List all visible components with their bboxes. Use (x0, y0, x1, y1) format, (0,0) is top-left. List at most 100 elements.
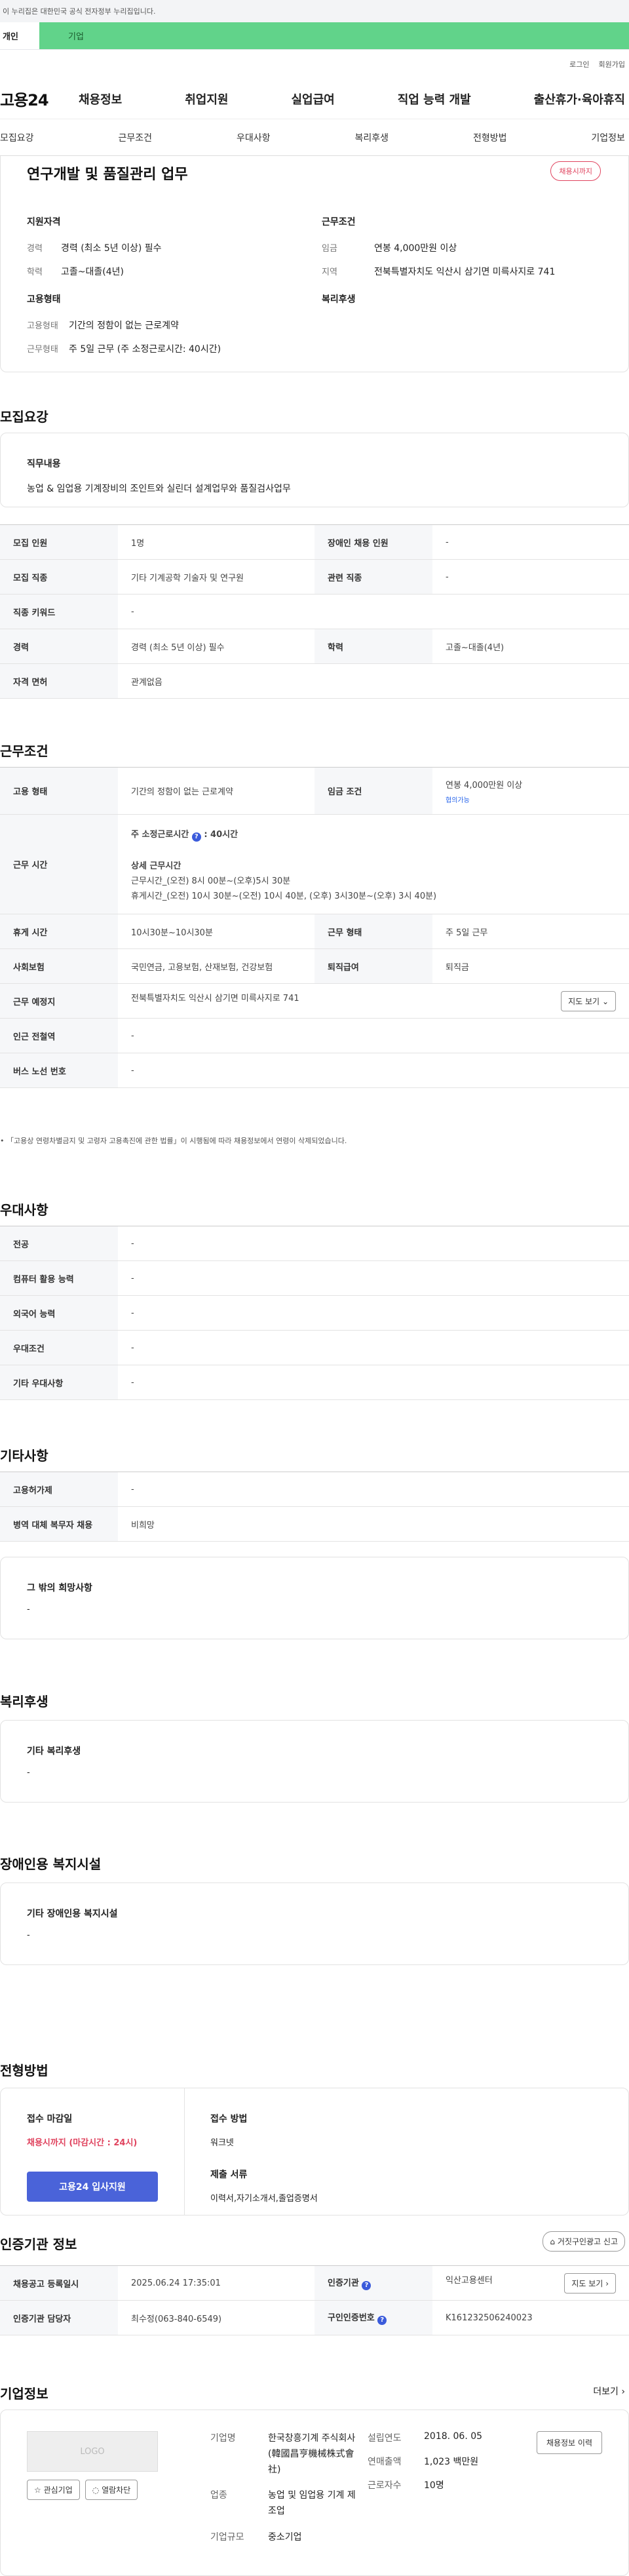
info-icon[interactable]: ? (191, 832, 201, 842)
method-title: 접수 방법 (210, 2114, 248, 2124)
table-row: 버스 노선 번호 - (0, 1053, 629, 1088)
nav-employment-support[interactable]: 취업지원 (185, 90, 228, 107)
emp-value: 10명 (424, 2480, 444, 2491)
emptype-heading: 고용형태 (27, 294, 61, 305)
summary-left: 지원자격 경력 경력 (최소 5년 이상) 필수 학력 고졸~대졸(4년) 고용형태… (27, 215, 289, 366)
cell-head: 인증기관 담당자 (0, 2300, 118, 2335)
anchor-welfare[interactable]: 복리후생 (354, 131, 389, 144)
cell-head: 자격 면허 (0, 663, 118, 699)
prefer-table: 전공 - 컴퓨터 활용 능력 - 외국어 능력 - 우대조건 - 기타 우대사항 - (0, 1226, 629, 1400)
cell-value: - (118, 1295, 629, 1331)
table-row: 인근 전철역 - (0, 1018, 629, 1053)
job-desc-text: 농업 & 임업용 기계장비의 조인트와 실린더 설계업무와 품질검사업무 (27, 484, 291, 494)
cell-value: K161232506240023 (432, 2300, 629, 2335)
company-info-right: 설립연도 2018. 06. 05 연매출액 1,023 백만원 근로자수 10명 (368, 2431, 482, 2491)
anchor-process[interactable]: 전형방법 (473, 131, 507, 144)
nav-leave[interactable]: 출산휴가·육아휴직 (534, 90, 625, 107)
cell-head: 컴퓨터 활용 능력 (0, 1260, 118, 1296)
divider (184, 2088, 185, 2215)
edu-value: 고졸~대졸(4년) (61, 267, 124, 277)
main-nav: 고용24 채용정보 취업지원 실업급여 직업 능력 개발 출산휴가·육아휴직 (0, 79, 629, 119)
report-button[interactable]: ⌂ 거짓구인광고 신고 (543, 2231, 625, 2252)
table-row: 병역 대체 복무자 채용 비희망 (0, 1506, 629, 1542)
cert-table: 채용공고 등록일시 2025.06.24 17:35:01 인증기관 ? 익산고용센터… (0, 2265, 629, 2335)
hours-week-label: 주 소정근로시간 (131, 830, 189, 840)
history-button[interactable]: 채용정보 이력 (536, 2431, 602, 2454)
size-value: 중소기업 (268, 2531, 302, 2543)
user-tabs: 개인 기업 (0, 22, 629, 50)
cell-value: 기타 기계공학 기술자 및 연구원 (118, 559, 314, 595)
disabled-item-title: 기타 장애인용 복지시설 (27, 1909, 118, 1919)
cell-head: 관련 직종 (314, 559, 432, 595)
join-link[interactable]: 회원가입 (599, 59, 625, 69)
negotiable-badge: 협의가능 (446, 796, 470, 804)
est-key: 설립연도 (368, 2433, 402, 2444)
nav-unemployment[interactable]: 실업급여 (292, 90, 335, 107)
cell-value: 주 5일 근무 (432, 914, 629, 949)
cell-value: 비희망 (118, 1506, 629, 1542)
conditions-title: 근무조건 (0, 743, 48, 759)
cell-head: 인증기관 ? (314, 2265, 432, 2301)
cell-value: - (118, 1365, 629, 1400)
info-icon[interactable]: ? (377, 2316, 387, 2325)
org-value: 익산고용센터 (446, 2275, 493, 2286)
name-key: 기업명 (210, 2433, 236, 2444)
place-text: 전북특별자치도 익산시 삼기면 미륵사지로 741 (131, 993, 299, 1004)
name-value: 한국창흥기계 주식회사(韓國昌亨機械株式會社) (268, 2433, 356, 2475)
anchor-recruit[interactable]: 모집요강 (0, 131, 34, 144)
anchor-company[interactable]: 기업정보 (591, 131, 625, 144)
nav-jobs[interactable]: 채용정보 (79, 90, 122, 107)
anchor-prefer[interactable]: 우대사항 (237, 131, 271, 144)
nav-training[interactable]: 직업 능력 개발 (398, 90, 471, 107)
company-info-left: 기업명 한국창흥기계 주식회사(韓國昌亨機械株式會社) 업종 농업 및 임업용 기계… (210, 2431, 361, 2543)
wage-cell: 연봉 4,000만원 이상 협의가능 (432, 767, 629, 815)
anchor-tabs: 모집요강 근무조건 우대사항 복리후생 전형방법 기업정보 (0, 119, 629, 156)
table-row: 직종 키워드 - (0, 594, 629, 629)
hours-line: 근무시간_(오전) 8시 00분~(오후)5시 30분 (131, 876, 291, 886)
fav-button[interactable]: ☆ 관심기업 (27, 2480, 80, 2500)
apply-button[interactable]: 고용24 입사지원 (27, 2172, 158, 2202)
cell-head: 휴게 시간 (0, 914, 118, 949)
table-row: 기타 우대사항 - (0, 1365, 629, 1400)
info-icon[interactable]: ? (362, 2281, 372, 2290)
table-row: 전공 - (0, 1226, 629, 1261)
block-icon: ◌ (92, 2486, 100, 2495)
process-card: 접수 마감일 채용시까지 (마감시간 : 24시) 고용24 입사지원 접수 방… (0, 2088, 629, 2215)
hope-value: - (27, 1605, 30, 1614)
company-card: LOGO ☆ 관심기업 ◌ 열람차단 기업명 한국창흥기계 주식회사(韓國昌亨機械… (0, 2410, 629, 2576)
org-map-button[interactable]: 지도 보기 › (564, 2273, 616, 2293)
tab-company[interactable]: 기업 (39, 22, 629, 49)
map-button[interactable]: 지도 보기 ⌄ (561, 990, 616, 1011)
size-key: 기업규모 (210, 2531, 244, 2543)
cell-value: - (432, 524, 629, 560)
cell-head: 구인인증번호 ? (314, 2300, 432, 2335)
table-row: 고용허가제 - (0, 1472, 629, 1507)
job-title: 연구개발 및 품질관리 업무 (27, 166, 188, 183)
cell-head: 병역 대체 복무자 채용 (0, 1506, 118, 1542)
table-row: 자격 면허 관계없음 (0, 663, 629, 699)
table-row: 우대조건 - (0, 1330, 629, 1365)
recruit-table: 모집 인원 1명 장애인 채용 인원 - 모집 직종 기타 기계공학 기술자 및 연구원… (0, 524, 629, 699)
emp-key: 근로자수 (368, 2480, 402, 2491)
gov-banner-text: 이 누리집은 대한민국 공식 전자정부 누리집입니다. (3, 7, 156, 16)
site-logo[interactable]: 고용24 (0, 87, 79, 110)
cell-value: 1명 (118, 524, 314, 560)
login-link[interactable]: 로그인 (569, 59, 589, 69)
cell-head: 경력 (0, 629, 118, 664)
process-title: 전형방법 (0, 2063, 48, 2078)
cell-head: 우대조건 (0, 1330, 118, 1365)
more-link[interactable]: 더보기 › (593, 2385, 625, 2398)
cell-value: 경력 (최소 5년 이상) 필수 (118, 629, 314, 664)
hours-detail-title: 상세 근무시간 (131, 861, 181, 871)
table-row: 모집 인원 1명 장애인 채용 인원 - (0, 524, 629, 560)
career-value: 경력 (최소 5년 이상) 필수 (61, 243, 162, 254)
hours-cell: 주 소정근로시간 ? : 40시간 상세 근무시간 근무시간_(오전) 8시 0… (118, 814, 629, 914)
cell-head: 기타 우대사항 (0, 1365, 118, 1400)
worktype-key: 근무형태 (27, 345, 58, 355)
summary-right: 근무조건 임금 연봉 4,000만원 이상 지역 전북특별자치도 익산시 삼기면 미… (322, 215, 584, 319)
block-button[interactable]: ◌ 열람차단 (85, 2480, 138, 2500)
anchor-conditions[interactable]: 근무조건 (118, 131, 152, 144)
cell-head: 퇴직급여 (314, 948, 432, 984)
cell-head: 전공 (0, 1226, 118, 1261)
tab-personal[interactable]: 개인 (0, 22, 39, 49)
